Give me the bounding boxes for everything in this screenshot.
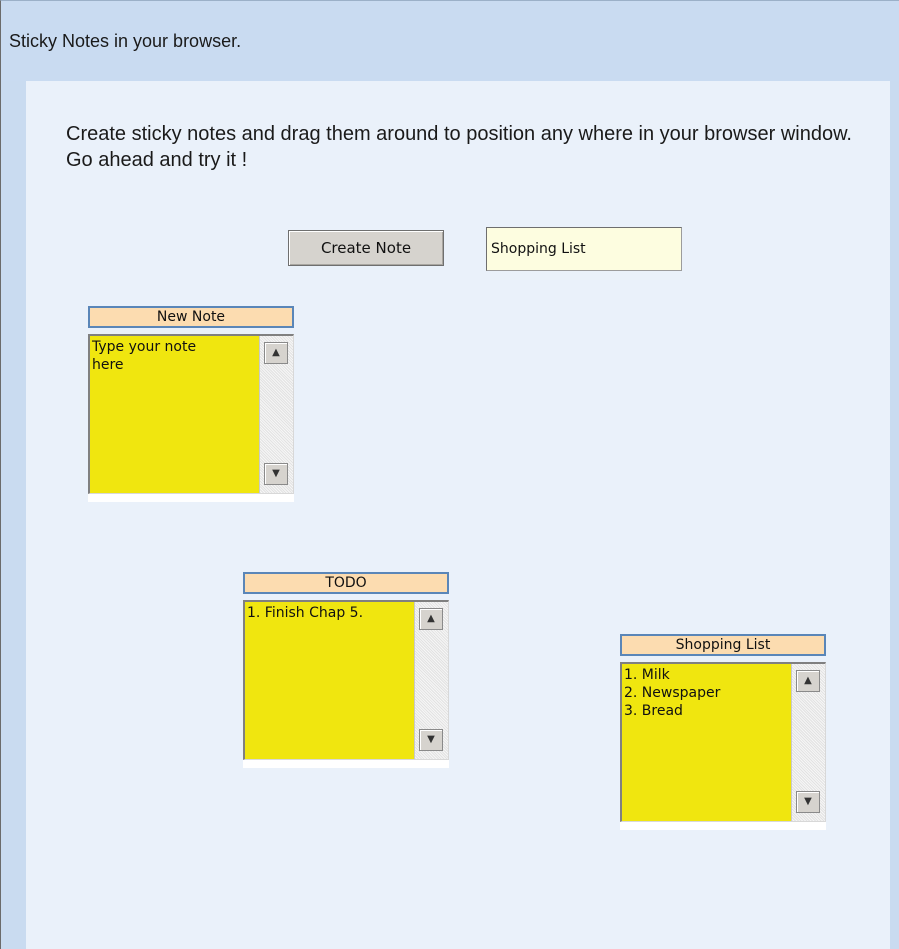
page-title: Sticky Notes in your browser. — [9, 31, 242, 51]
scroll-up-arrow-icon[interactable]: ▲ — [264, 342, 288, 364]
note-footer — [620, 822, 826, 830]
note-title-bar[interactable]: New Note — [88, 306, 294, 328]
create-note-button[interactable]: Create Note — [288, 230, 444, 266]
note-footer — [88, 494, 294, 502]
note-title-input[interactable] — [486, 227, 682, 271]
note-body-text[interactable]: 1. Milk 2. Newspaper 3. Bread — [624, 666, 788, 816]
note-textarea[interactable]: 1. Milk 2. Newspaper 3. Bread ▲ ▼ — [620, 662, 826, 822]
note-title-bar[interactable]: Shopping List — [620, 634, 826, 656]
scroll-up-arrow-icon[interactable]: ▲ — [796, 670, 820, 692]
note-textarea[interactable]: Type your note here ▲ ▼ — [88, 334, 294, 494]
app-frame: Sticky Notes in your browser. Create sti… — [0, 0, 899, 949]
note-body-text[interactable]: Type your note here — [92, 338, 256, 488]
note-scrollbar[interactable]: ▲ ▼ — [259, 336, 293, 493]
sticky-note-new-note[interactable]: New Note Type your note here ▲ ▼ — [88, 306, 294, 502]
note-scrollbar[interactable]: ▲ ▼ — [791, 664, 825, 821]
note-textarea[interactable]: 1. Finish Chap 5. ▲ ▼ — [243, 600, 449, 760]
main-content: Create sticky notes and drag them around… — [26, 81, 890, 949]
scroll-down-arrow-icon[interactable]: ▼ — [419, 729, 443, 751]
note-title-bar[interactable]: TODO — [243, 572, 449, 594]
sticky-note-todo[interactable]: TODO 1. Finish Chap 5. ▲ ▼ — [243, 572, 449, 768]
sticky-note-shopping-list[interactable]: Shopping List 1. Milk 2. Newspaper 3. Br… — [620, 634, 826, 830]
scroll-up-arrow-icon[interactable]: ▲ — [419, 608, 443, 630]
intro-text: Create sticky notes and drag them around… — [66, 123, 852, 171]
note-scrollbar[interactable]: ▲ ▼ — [414, 602, 448, 759]
page-header: Sticky Notes in your browser. — [1, 1, 899, 81]
note-body-text[interactable]: 1. Finish Chap 5. — [247, 604, 411, 754]
note-footer — [243, 760, 449, 768]
scroll-down-arrow-icon[interactable]: ▼ — [264, 463, 288, 485]
scroll-down-arrow-icon[interactable]: ▼ — [796, 791, 820, 813]
